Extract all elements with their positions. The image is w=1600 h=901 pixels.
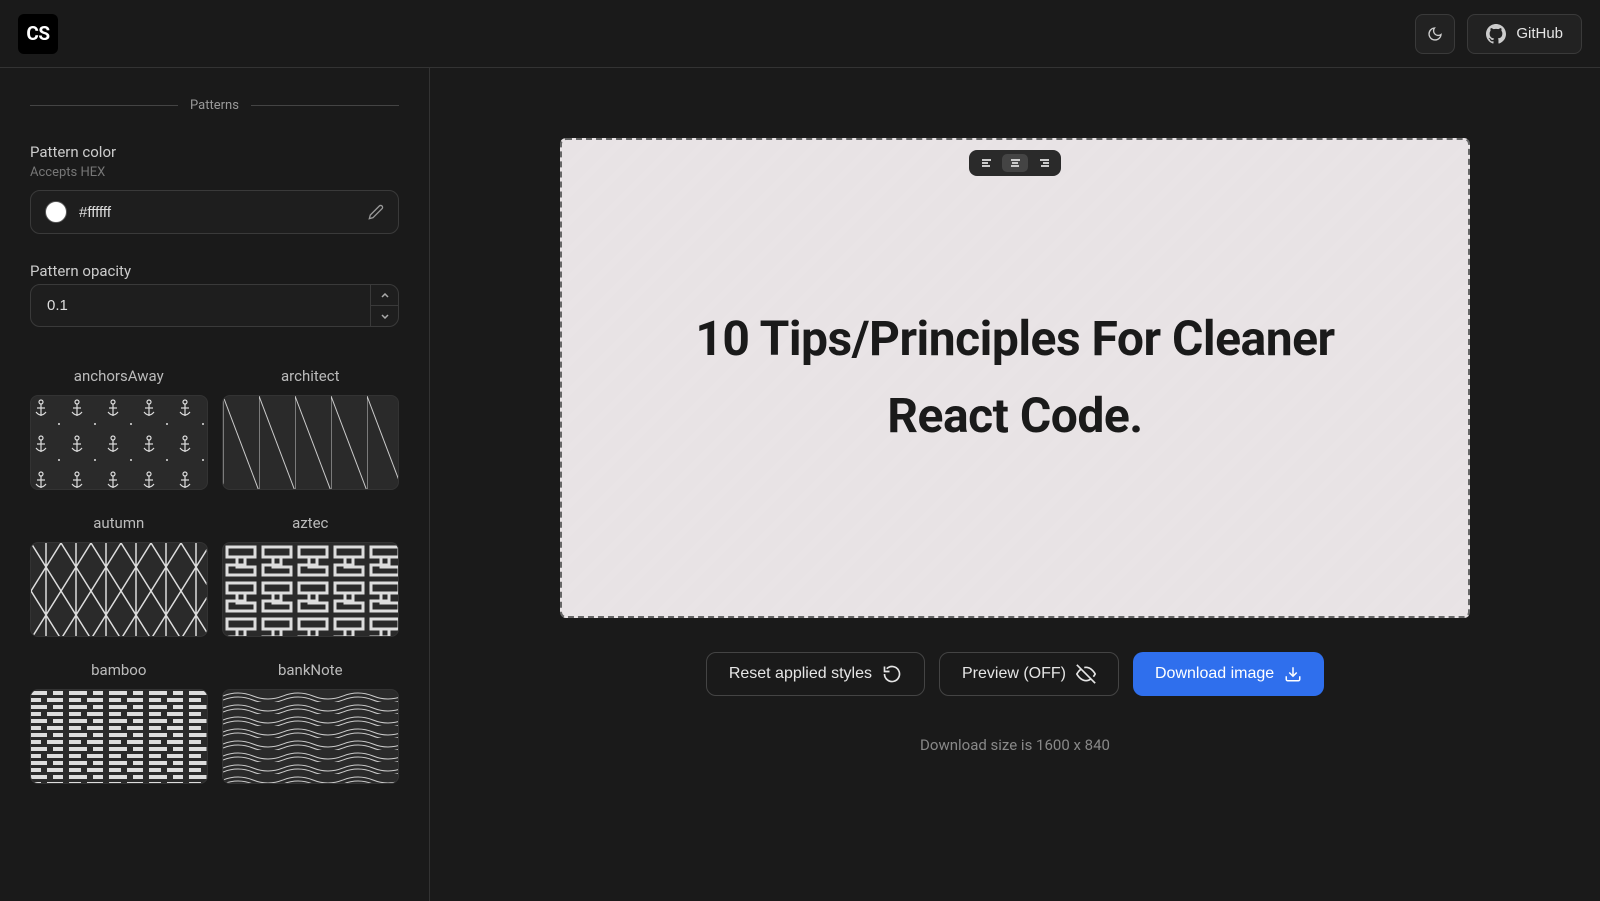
pattern-color-input[interactable] — [79, 204, 356, 221]
pattern-color-hint: Accepts HEX — [30, 165, 399, 180]
app-header: CS GitHub — [0, 0, 1600, 68]
logo-text: CS — [26, 22, 49, 45]
pattern-item-aztec[interactable]: aztec — [222, 514, 400, 637]
theme-toggle-button[interactable] — [1415, 14, 1455, 54]
pattern-swatch — [30, 689, 208, 784]
align-right-icon — [1040, 159, 1049, 167]
pattern-color-field[interactable] — [30, 190, 399, 234]
align-left-icon — [982, 159, 991, 167]
main-panel: 10 Tips/Principles For Cleaner React Cod… — [430, 68, 1600, 901]
preview-button[interactable]: Preview (OFF) — [939, 652, 1119, 696]
eye-off-icon — [1076, 664, 1096, 684]
section-divider: Patterns — [30, 98, 399, 113]
pattern-opacity-label: Pattern opacity — [30, 262, 399, 280]
color-swatch[interactable] — [45, 201, 67, 223]
pattern-item-bamboo[interactable]: bamboo — [30, 661, 208, 784]
github-button[interactable]: GitHub — [1467, 14, 1582, 54]
reset-icon — [882, 664, 902, 684]
header-actions: GitHub — [1415, 14, 1582, 54]
preview-canvas[interactable]: 10 Tips/Principles For Cleaner React Cod… — [560, 138, 1470, 618]
edit-icon[interactable] — [368, 204, 384, 220]
pattern-item-autumn[interactable]: autumn — [30, 514, 208, 637]
app-logo[interactable]: CS — [18, 14, 58, 54]
pattern-swatch — [222, 689, 400, 784]
layout: Patterns Pattern color Accepts HEX Patte… — [0, 68, 1600, 901]
pattern-opacity-field — [30, 284, 399, 327]
align-center-button[interactable] — [1002, 154, 1028, 172]
alignment-toolbar — [969, 150, 1061, 176]
opacity-stepper — [370, 285, 398, 326]
pattern-opacity-input[interactable] — [31, 285, 370, 326]
chevron-down-icon — [381, 314, 389, 319]
action-bar: Reset applied styles Preview (OFF) Downl… — [706, 652, 1324, 696]
align-center-icon — [1011, 159, 1020, 167]
align-right-button[interactable] — [1031, 154, 1057, 172]
pattern-item-architect[interactable]: architect — [222, 367, 400, 490]
pattern-grid: anchorsAway architect autumn aztec — [30, 367, 399, 784]
pattern-swatch — [30, 395, 208, 490]
download-icon — [1284, 665, 1302, 683]
opacity-increase-button[interactable] — [371, 285, 398, 306]
moon-icon — [1427, 26, 1443, 42]
sidebar: Patterns Pattern color Accepts HEX Patte… — [0, 68, 430, 901]
github-label: GitHub — [1516, 25, 1563, 42]
align-left-button[interactable] — [973, 154, 999, 172]
chevron-up-icon — [381, 293, 389, 298]
download-size-text: Download size is 1600 x 840 — [920, 736, 1110, 754]
section-title: Patterns — [190, 98, 239, 113]
pattern-swatch — [30, 542, 208, 637]
pattern-item-anchorsaway[interactable]: anchorsAway — [30, 367, 208, 490]
pattern-item-banknote[interactable]: bankNote — [222, 661, 400, 784]
canvas-container: 10 Tips/Principles For Cleaner React Cod… — [560, 138, 1470, 618]
canvas-title[interactable]: 10 Tips/Principles For Cleaner React Cod… — [630, 301, 1400, 455]
download-image-button[interactable]: Download image — [1133, 652, 1324, 696]
opacity-decrease-button[interactable] — [371, 306, 398, 326]
github-icon — [1486, 24, 1506, 44]
reset-styles-button[interactable]: Reset applied styles — [706, 652, 925, 696]
pattern-swatch — [222, 395, 400, 490]
pattern-swatch — [222, 542, 400, 637]
pattern-color-label: Pattern color — [30, 143, 399, 161]
